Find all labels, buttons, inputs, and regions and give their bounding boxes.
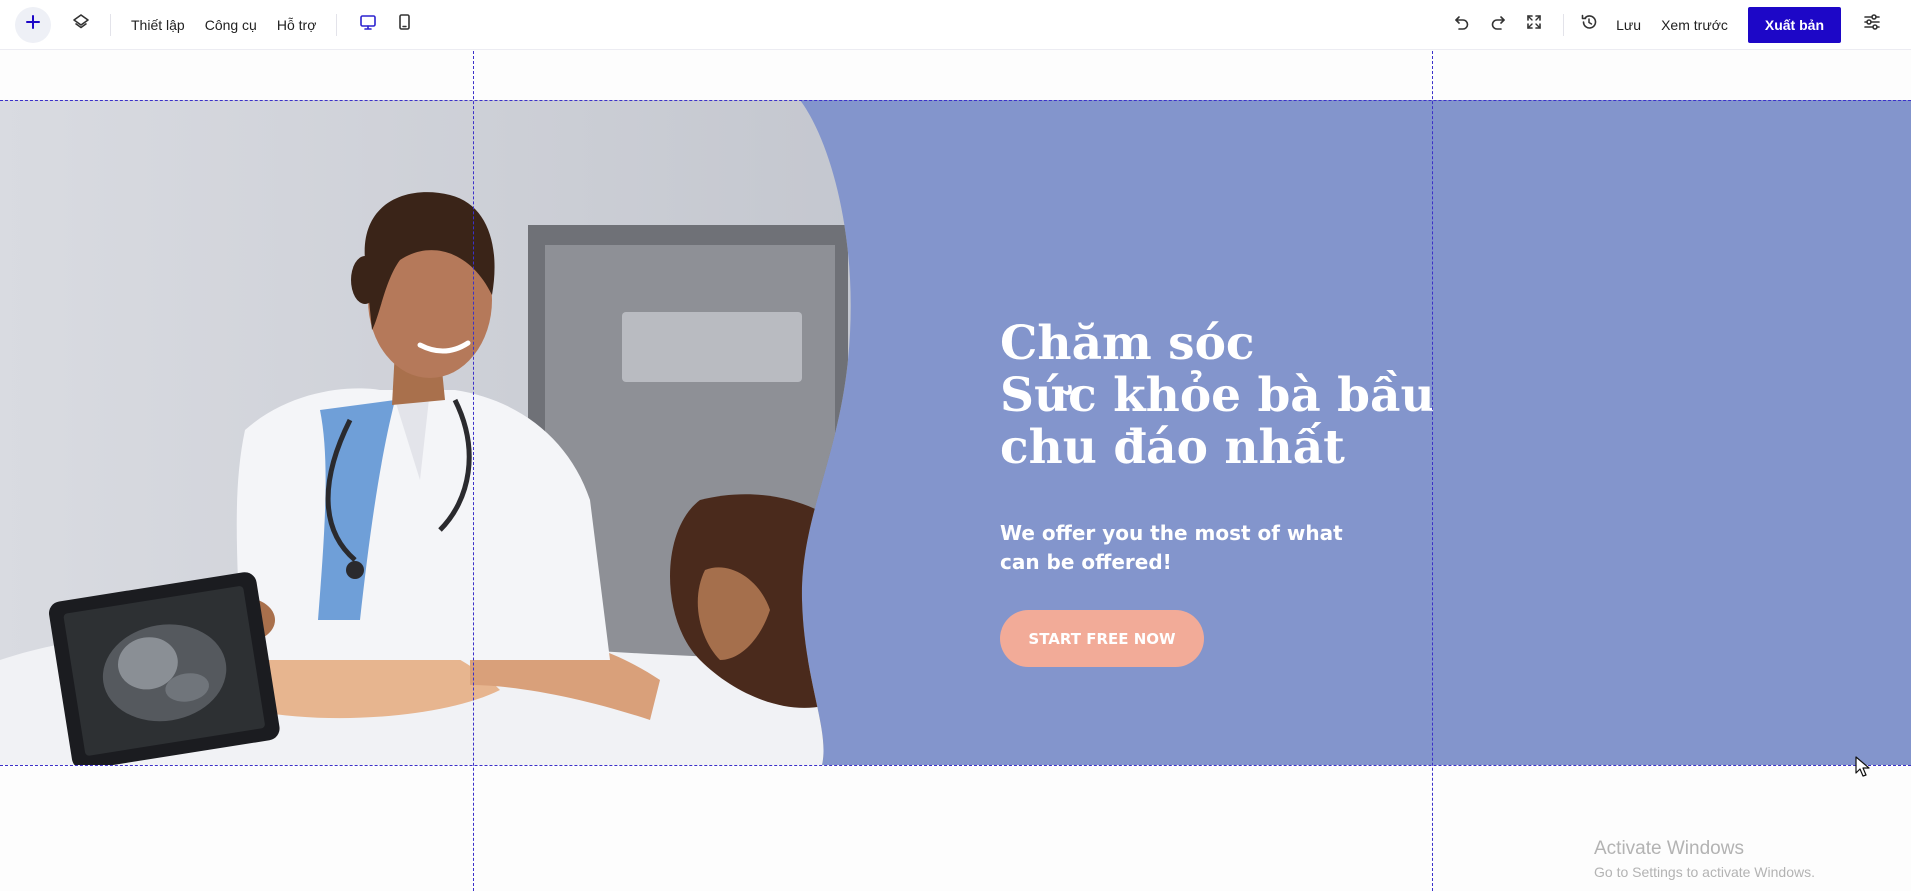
toolbar-right-group: Lưu Xem trước Xuất bản (1447, 0, 1911, 49)
history-icon (1580, 13, 1598, 36)
layers-button[interactable] (66, 10, 96, 40)
undo-button[interactable] (1447, 10, 1477, 40)
desktop-view-button[interactable] (353, 10, 383, 40)
plus-icon (26, 15, 40, 34)
undo-icon (1453, 13, 1471, 36)
watermark-title: Activate Windows (1594, 838, 1744, 859)
menu-settings[interactable]: Thiết lập (131, 17, 185, 33)
menu-support[interactable]: Hỗ trợ (277, 17, 317, 33)
hero-subtitle[interactable]: We offer you the most of what can be off… (1000, 519, 1380, 577)
hero-title-line: Chăm sóc (1000, 316, 1255, 371)
toolbar-divider (1563, 13, 1565, 36)
toolbar-left-group: Thiết lập Công cụ Hỗ trợ (0, 0, 419, 49)
fullscreen-icon (1525, 13, 1543, 36)
preview-button[interactable]: Xem trước (1661, 17, 1728, 33)
mouse-cursor-icon (1855, 756, 1870, 777)
toolbar-divider (336, 13, 338, 36)
redo-icon (1489, 13, 1507, 36)
menu-tools[interactable]: Công cụ (205, 17, 257, 33)
hero-title[interactable]: Chăm sóc Sức khỏe bà bầu chu đáo nhất (1000, 318, 1440, 474)
content-guide-left (473, 51, 474, 891)
doctor-ultrasound-photo[interactable] (0, 100, 860, 765)
editor-toolbar: Thiết lập Công cụ Hỗ trợ Lưu Xem trước X… (0, 0, 1911, 50)
mobile-view-button[interactable] (389, 10, 419, 40)
watermark-subtitle: Go to Settings to activate Windows. (1594, 864, 1815, 880)
history-button[interactable] (1574, 10, 1604, 40)
redo-button[interactable] (1483, 10, 1513, 40)
hero-title-line: chu đáo nhất (1000, 420, 1345, 475)
page-settings-button[interactable] (1857, 10, 1887, 40)
publish-button[interactable]: Xuất bản (1747, 6, 1841, 43)
add-element-button[interactable] (15, 6, 51, 43)
desktop-icon (359, 13, 377, 36)
toolbar-divider (110, 13, 111, 36)
content-guide-right (1432, 51, 1433, 891)
start-free-button[interactable]: START FREE NOW (1000, 610, 1204, 667)
editor-canvas[interactable]: Chăm sóc Sức khỏe bà bầu chu đáo nhất We… (0, 51, 1911, 891)
fullscreen-button[interactable] (1519, 10, 1549, 40)
sliders-icon (1863, 13, 1881, 36)
windows-activation-watermark: Activate Windows Go to Settings to activ… (1594, 838, 1815, 880)
hero-section[interactable]: Chăm sóc Sức khỏe bà bầu chu đáo nhất We… (0, 100, 1911, 765)
section-guide-top (0, 100, 1911, 101)
layers-icon (72, 13, 90, 36)
save-button[interactable]: Lưu (1616, 17, 1641, 33)
mobile-icon (395, 13, 413, 36)
hero-title-line: Sức khỏe bà bầu (1000, 368, 1435, 423)
section-guide-bottom (0, 765, 1911, 766)
